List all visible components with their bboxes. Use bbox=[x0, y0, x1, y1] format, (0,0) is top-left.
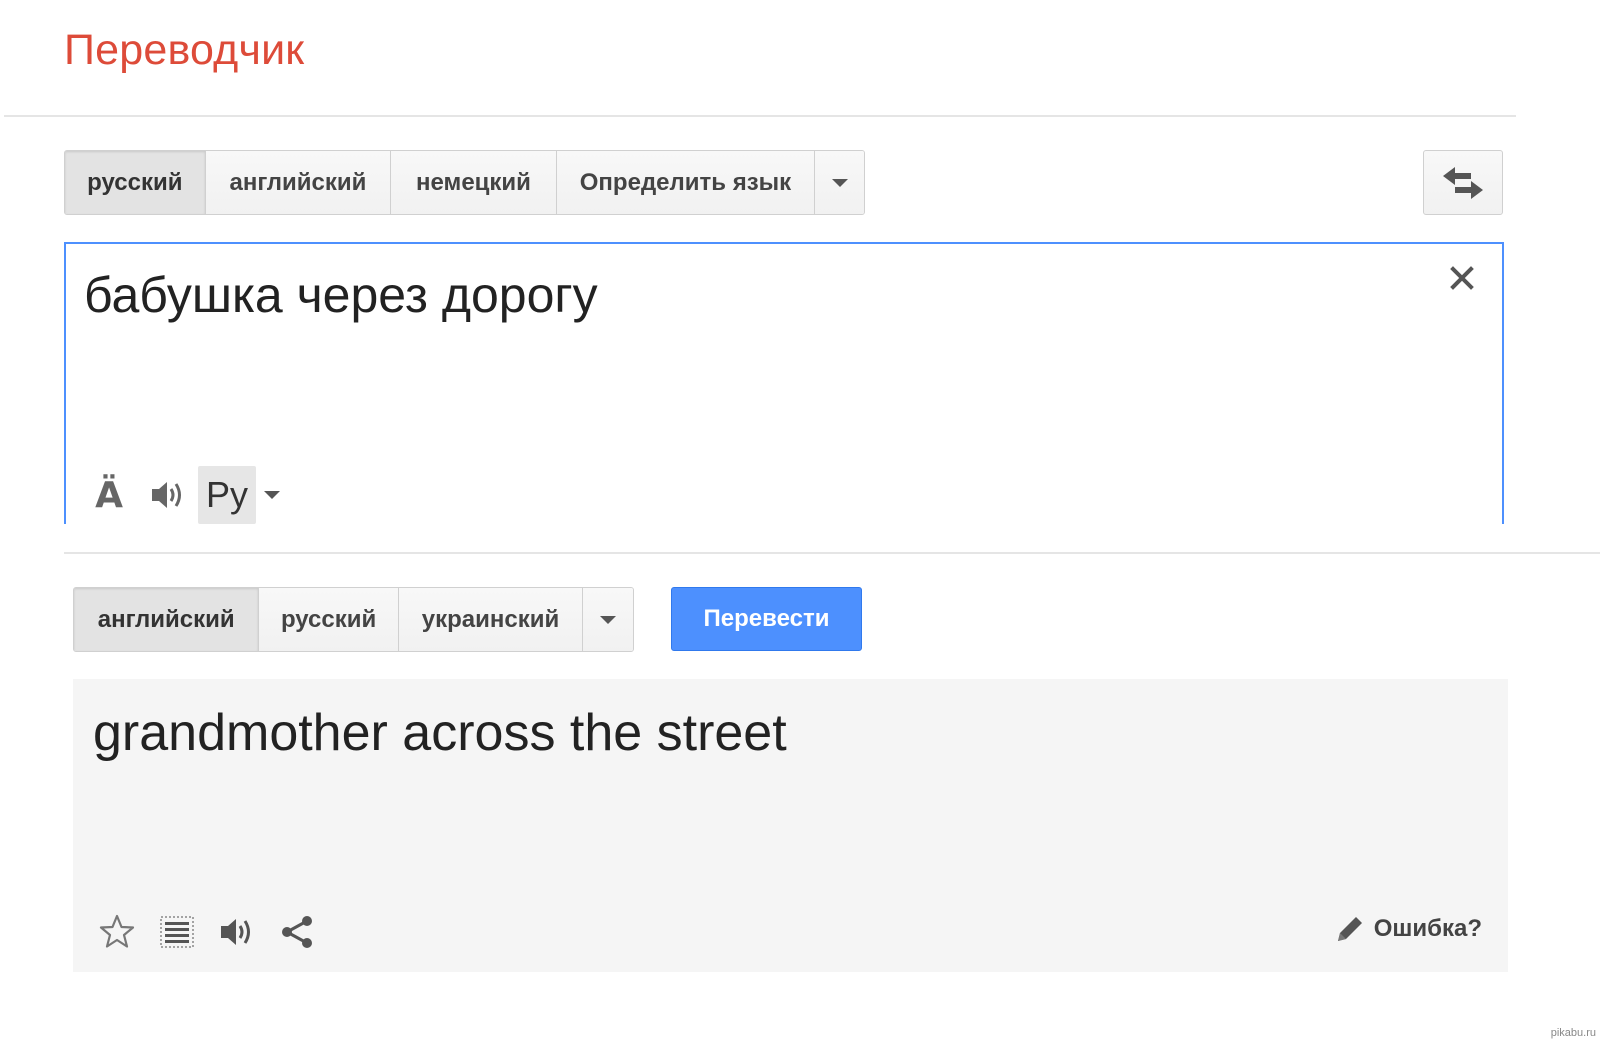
translation-text[interactable]: grandmother across the street bbox=[93, 703, 787, 763]
dictionary-button[interactable] bbox=[157, 912, 197, 952]
watermark: pikabu.ru bbox=[1550, 1027, 1596, 1039]
target-lang-ukrainian[interactable]: украинский bbox=[398, 588, 584, 651]
report-error-button[interactable]: Ошибка? bbox=[1334, 913, 1482, 945]
input-tools-dropdown[interactable] bbox=[264, 491, 280, 499]
source-lang-detect[interactable]: Определить язык bbox=[556, 151, 816, 214]
translation-result-area: grandmother across the street Ошибка? bbox=[73, 679, 1508, 972]
chevron-down-icon bbox=[831, 178, 848, 187]
pencil-icon bbox=[1334, 913, 1366, 945]
source-lang-english[interactable]: английский bbox=[205, 151, 392, 214]
section-divider bbox=[64, 552, 1600, 554]
header-divider bbox=[4, 115, 1516, 117]
translate-button[interactable]: Перевести bbox=[671, 587, 862, 651]
clear-source-button[interactable] bbox=[1442, 258, 1482, 298]
share-button[interactable] bbox=[277, 912, 317, 952]
source-toolbar: Ä Ру bbox=[88, 466, 280, 524]
target-lang-more-button[interactable] bbox=[583, 588, 633, 651]
swap-languages-icon bbox=[1443, 166, 1483, 199]
special-characters-button[interactable]: Ä bbox=[88, 475, 130, 516]
report-error-label: Ошибка? bbox=[1373, 915, 1482, 942]
target-lang-russian[interactable]: русский bbox=[259, 588, 399, 651]
app-title: Переводчик bbox=[64, 26, 305, 74]
source-lang-german[interactable]: немецкий bbox=[391, 151, 557, 214]
speaker-icon bbox=[221, 919, 250, 945]
input-tools-button[interactable]: Ру bbox=[198, 466, 256, 524]
share-icon bbox=[282, 916, 312, 948]
chevron-down-icon bbox=[264, 491, 280, 499]
source-lang-more-button[interactable] bbox=[815, 151, 864, 214]
result-toolbar bbox=[97, 907, 337, 957]
source-lang-russian[interactable]: русский bbox=[65, 151, 206, 214]
target-language-selector: английский русский украинский bbox=[73, 587, 634, 652]
speaker-icon bbox=[152, 482, 181, 508]
close-icon bbox=[1450, 266, 1474, 290]
source-text-area[interactable]: бабушка через дорогу Ä Ру bbox=[64, 242, 1504, 524]
listen-translation-button[interactable] bbox=[217, 912, 257, 952]
listen-source-button[interactable] bbox=[146, 478, 190, 512]
source-text[interactable]: бабушка через дорогу bbox=[84, 266, 598, 324]
swap-languages-button[interactable] bbox=[1423, 150, 1503, 215]
list-icon bbox=[160, 916, 194, 948]
source-language-selector: русский английский немецкий Определить я… bbox=[64, 150, 865, 215]
save-translation-button[interactable] bbox=[97, 912, 137, 952]
chevron-down-icon bbox=[600, 615, 617, 624]
star-icon bbox=[99, 914, 135, 948]
target-lang-english[interactable]: английский bbox=[74, 588, 260, 651]
